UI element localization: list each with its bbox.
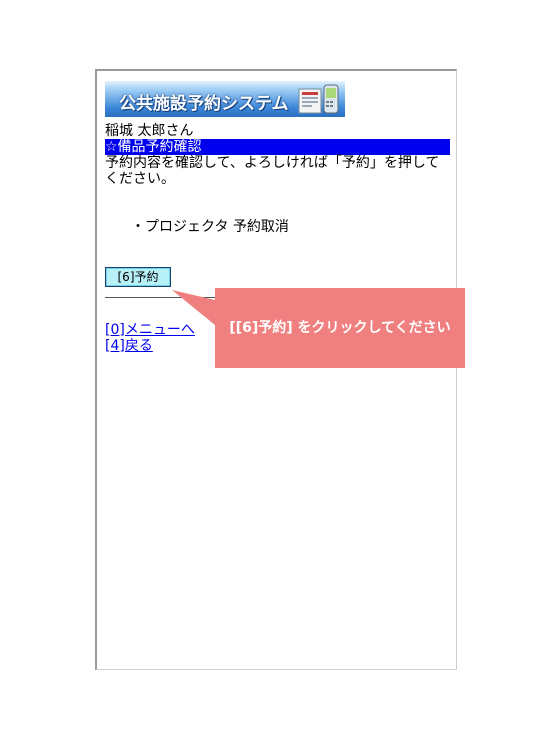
- reservation-item: ・プロジェクタ 予約取消: [131, 219, 289, 235]
- mobile-phone-icon: [298, 84, 339, 114]
- logo-text: 公共施設予約システム: [119, 94, 289, 114]
- section-header: ☆備品予約確認: [105, 139, 450, 155]
- system-logo: 公共施設予約システム: [105, 81, 345, 117]
- section-title: ☆備品予約確認: [105, 139, 202, 155]
- instruction-callout: [[6]予約] をクリックしてください: [215, 288, 465, 368]
- user-name: 稲城 太郎さん: [105, 123, 194, 139]
- instruction-text: 予約内容を確認して、よろしければ「予約」を押してください。: [105, 155, 440, 187]
- phone-screen: 公共施設予約システム 稲城 太郎さん ☆備品予約確認 予約内容を確認して、よろし…: [95, 69, 457, 670]
- menu-link[interactable]: [0]メニューへ: [105, 322, 195, 338]
- back-link[interactable]: [4]戻る: [105, 338, 153, 354]
- reserve-button[interactable]: [6]予約: [105, 267, 171, 287]
- callout-text: [[6]予約] をクリックしてください: [229, 320, 451, 336]
